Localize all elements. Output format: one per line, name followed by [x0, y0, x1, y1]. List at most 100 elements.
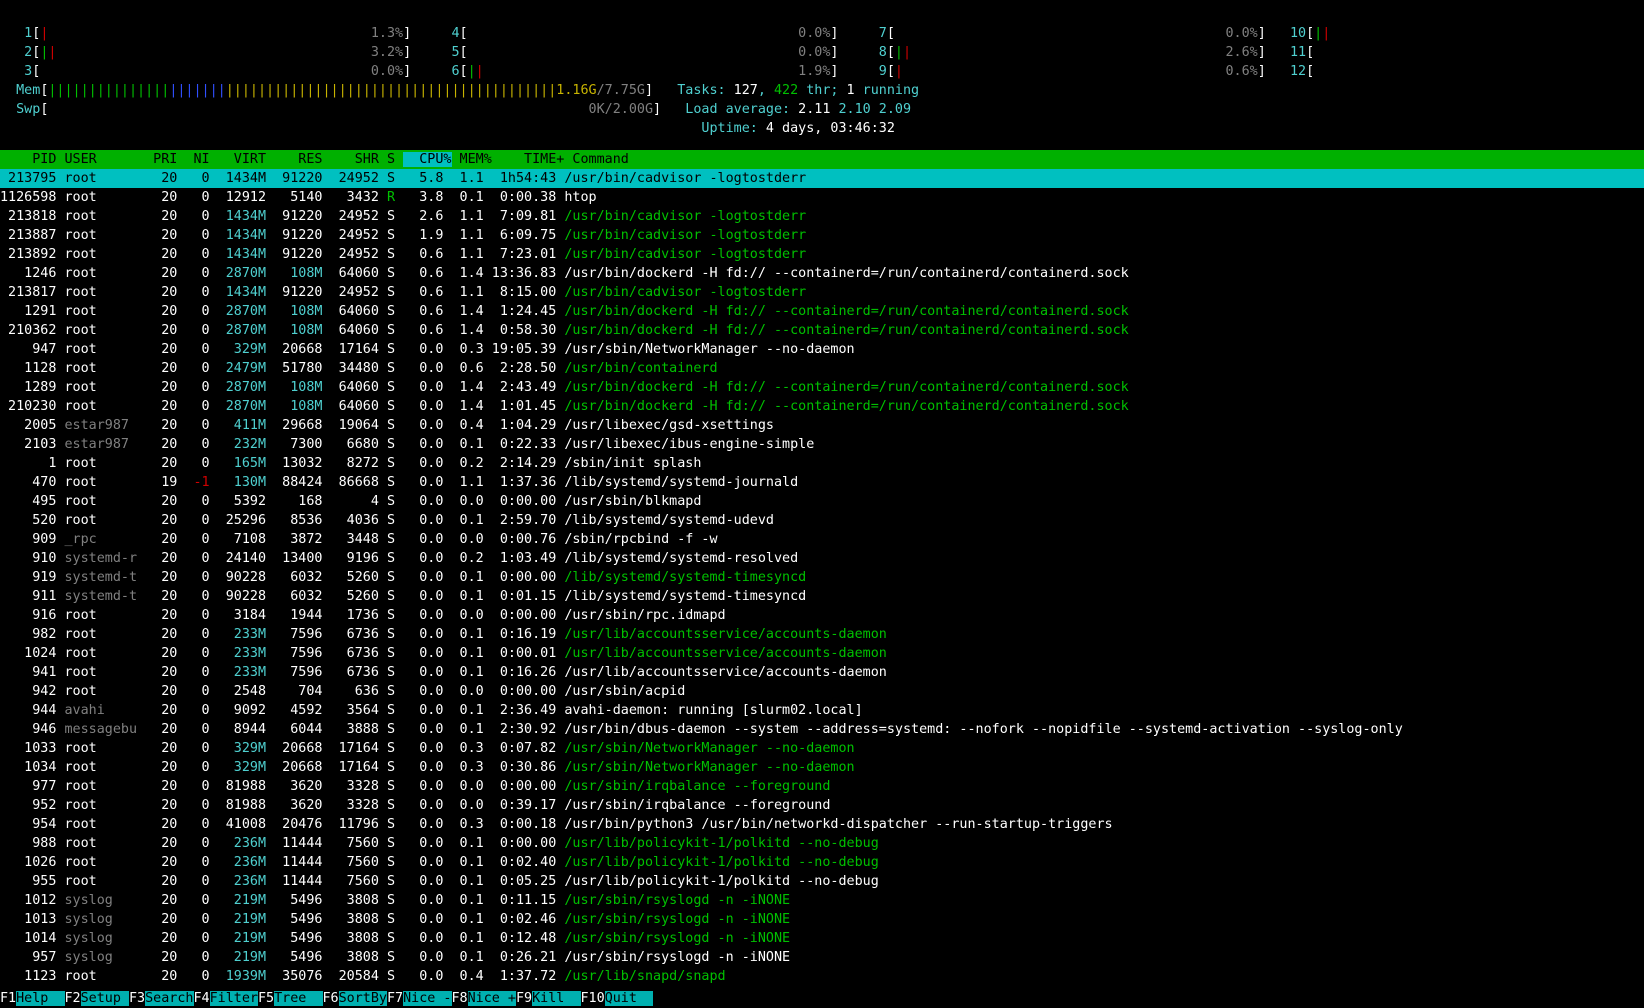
pid: 1289 [0, 380, 57, 395]
priority: 20 [137, 456, 178, 471]
state: S [387, 570, 396, 585]
process-row[interactable]: 520 root 20 0 25296 8536 4036 S 0.0 0.1 … [0, 511, 1644, 530]
process-row[interactable]: 1033 root 20 0 329M 20668 17164 S 0.0 0.… [0, 739, 1644, 758]
process-row[interactable]: 1012 syslog 20 0 219M 5496 3808 S 0.0 0.… [0, 891, 1644, 910]
process-row[interactable]: 2005 estar987 20 0 411M 29668 19064 S 0.… [0, 416, 1644, 435]
mem-percent: 0.2 [443, 456, 484, 471]
process-row[interactable]: 982 root 20 0 233M 7596 6736 S 0.0 0.1 0… [0, 625, 1644, 644]
process-row[interactable]: 1128 root 20 0 2479M 51780 34480 S 0.0 0… [0, 359, 1644, 378]
fkey-f1-help-button[interactable]: Help [16, 991, 65, 1006]
process-row[interactable]: 470 root 19 -1 130M 88424 86668 S 0.0 1.… [0, 473, 1644, 492]
process-row[interactable]: 910 systemd-r 20 0 24140 13400 9196 S 0.… [0, 549, 1644, 568]
nice: 0 [177, 665, 210, 680]
column-pid[interactable]: PID [0, 152, 65, 167]
priority: 20 [137, 817, 178, 832]
process-row[interactable]: 213817 root 20 0 1434M 91220 24952 S 0.6… [0, 283, 1644, 302]
process-row[interactable]: 1246 root 20 0 2870M 108M 64060 S 0.6 1.… [0, 264, 1644, 283]
column-shr[interactable]: SHR [323, 152, 379, 167]
shr: 6680 [322, 437, 379, 452]
cpu-percent: 0.0 [403, 532, 444, 547]
state: S [387, 399, 396, 414]
column-res[interactable]: RES [266, 152, 322, 167]
column-header[interactable]: PID USER PRI NI VIRT RES SHR S CPU% MEM%… [0, 150, 1644, 169]
process-row[interactable]: 1291 root 20 0 2870M 108M 64060 S 0.6 1.… [0, 302, 1644, 321]
process-row[interactable]: 942 root 20 0 2548 704 636 S 0.0 0.0 0:0… [0, 682, 1644, 701]
process-row[interactable]: 947 root 20 0 329M 20668 17164 S 0.0 0.3… [0, 340, 1644, 359]
column-cpu[interactable]: CPU% [403, 152, 452, 167]
process-list[interactable]: 213795 root 20 0 1434M 91220 24952 S 5.8… [0, 169, 1644, 986]
column-virt[interactable]: VIRT [210, 152, 266, 167]
uptime-label: Uptime: [701, 121, 758, 136]
priority: 20 [137, 570, 178, 585]
process-row[interactable]: 1013 syslog 20 0 219M 5496 3808 S 0.0 0.… [0, 910, 1644, 929]
virt: 25296 [209, 513, 267, 528]
command: /usr/sbin/rpc.idmapd [564, 608, 726, 623]
column-command[interactable]: Command [564, 152, 628, 167]
fkey-f6-sortby-button[interactable]: SortBy [338, 991, 387, 1006]
process-row[interactable]: 988 root 20 0 236M 11444 7560 S 0.0 0.1 … [0, 834, 1644, 853]
process-row[interactable]: 213795 root 20 0 1434M 91220 24952 S 5.8… [0, 169, 1644, 188]
fkey-f2-setup-button[interactable]: Setup [80, 991, 129, 1006]
mem-percent: 0.3 [443, 741, 484, 756]
process-row[interactable]: 1034 root 20 0 329M 20668 17164 S 0.0 0.… [0, 758, 1644, 777]
column-mem[interactable]: MEM% [452, 152, 492, 167]
process-row[interactable]: 952 root 20 0 81988 3620 3328 S 0.0 0.0 … [0, 796, 1644, 815]
process-row[interactable]: 1014 syslog 20 0 219M 5496 3808 S 0.0 0.… [0, 929, 1644, 948]
fkey-f3-search-button[interactable]: Search [145, 991, 194, 1006]
fkey-f10-quit-button[interactable]: Quit [604, 991, 654, 1006]
shr: 5260 [322, 589, 379, 604]
process-row[interactable]: 210362 root 20 0 2870M 108M 64060 S 0.6 … [0, 321, 1644, 340]
column-ni[interactable]: NI [177, 152, 209, 167]
process-row[interactable]: 944 avahi 20 0 9092 4592 3564 S 0.0 0.1 … [0, 701, 1644, 720]
process-row[interactable]: 2103 estar987 20 0 232M 7300 6680 S 0.0 … [0, 435, 1644, 454]
process-row[interactable]: 919 systemd-t 20 0 90228 6032 5260 S 0.0… [0, 568, 1644, 587]
mem-percent: 0.1 [443, 589, 484, 604]
fkey-f8-nice-button[interactable]: Nice + [467, 991, 516, 1006]
process-row[interactable]: 909 _rpc 20 0 7108 3872 3448 S 0.0 0.0 0… [0, 530, 1644, 549]
command: /usr/bin/dockerd -H fd:// --containerd=/… [564, 266, 1129, 281]
process-row[interactable]: 1126598 root 20 0 12912 5140 3432 R 3.8 … [0, 188, 1644, 207]
process-row[interactable]: 955 root 20 0 236M 11444 7560 S 0.0 0.1 … [0, 872, 1644, 891]
process-row[interactable]: 941 root 20 0 233M 7596 6736 S 0.0 0.1 0… [0, 663, 1644, 682]
column-time[interactable]: TIME+ [492, 152, 564, 167]
process-row[interactable]: 977 root 20 0 81988 3620 3328 S 0.0 0.0 … [0, 777, 1644, 796]
process-row[interactable]: 1 root 20 0 165M 13032 8272 S 0.0 0.2 2:… [0, 454, 1644, 473]
process-row[interactable]: 946 messagebu 20 0 8944 6044 3888 S 0.0 … [0, 720, 1644, 739]
process-row[interactable]: 1026 root 20 0 236M 11444 7560 S 0.0 0.1… [0, 853, 1644, 872]
res: 3620 [266, 798, 323, 813]
process-row[interactable]: 213887 root 20 0 1434M 91220 24952 S 1.9… [0, 226, 1644, 245]
fkey-f7-nice-button[interactable]: Nice - [403, 991, 452, 1006]
process-row[interactable]: 911 systemd-t 20 0 90228 6032 5260 S 0.0… [0, 587, 1644, 606]
process-row[interactable]: 916 root 20 0 3184 1944 1736 S 0.0 0.0 0… [0, 606, 1644, 625]
virt: 7108 [209, 532, 267, 547]
function-key-bar: F1Help F2Setup F3SearchF4FilterF5Tree F6… [0, 990, 1644, 1008]
process-row[interactable]: 957 syslog 20 0 219M 5496 3808 S 0.0 0.1… [0, 948, 1644, 967]
command: /usr/lib/accountsservice/accounts-daemon [564, 627, 887, 642]
process-row[interactable]: 1024 root 20 0 233M 7596 6736 S 0.0 0.1 … [0, 644, 1644, 663]
priority: 20 [137, 722, 178, 737]
process-row[interactable]: 210230 root 20 0 2870M 108M 64060 S 0.0 … [0, 397, 1644, 416]
process-row[interactable]: 213818 root 20 0 1434M 91220 24952 S 2.6… [0, 207, 1644, 226]
res: 91220 [266, 285, 323, 300]
process-row[interactable]: 1289 root 20 0 2870M 108M 64060 S 0.0 1.… [0, 378, 1644, 397]
cpu-percent: 0.0 [403, 817, 444, 832]
priority: 20 [137, 665, 178, 680]
column-pri[interactable]: PRI [145, 152, 177, 167]
command: /usr/lib/policykit-1/polkitd --no-debug [564, 836, 879, 851]
fkey-f9-kill-button[interactable]: Kill [532, 991, 581, 1006]
cpu-percent: 0.0 [403, 475, 444, 490]
process-row[interactable]: 954 root 20 0 41008 20476 11796 S 0.0 0.… [0, 815, 1644, 834]
fkey-f4-filter-button[interactable]: Filter [209, 991, 258, 1006]
time: 7:23.01 [483, 247, 557, 262]
time: 1:24.45 [483, 304, 557, 319]
state: S [387, 817, 396, 832]
res: 29668 [266, 418, 323, 433]
process-row[interactable]: 213892 root 20 0 1434M 91220 24952 S 0.6… [0, 245, 1644, 264]
process-row[interactable]: 495 root 20 0 5392 168 4 S 0.0 0.0 0:00.… [0, 492, 1644, 511]
fkey-f5-tree-button[interactable]: Tree [274, 991, 323, 1006]
column-user[interactable]: USER [65, 152, 146, 167]
user: root [64, 969, 138, 984]
column-s[interactable]: S [379, 152, 403, 167]
process-row[interactable]: 1123 root 20 0 1939M 35076 20584 S 0.0 0… [0, 967, 1644, 986]
priority: 19 [137, 475, 178, 490]
